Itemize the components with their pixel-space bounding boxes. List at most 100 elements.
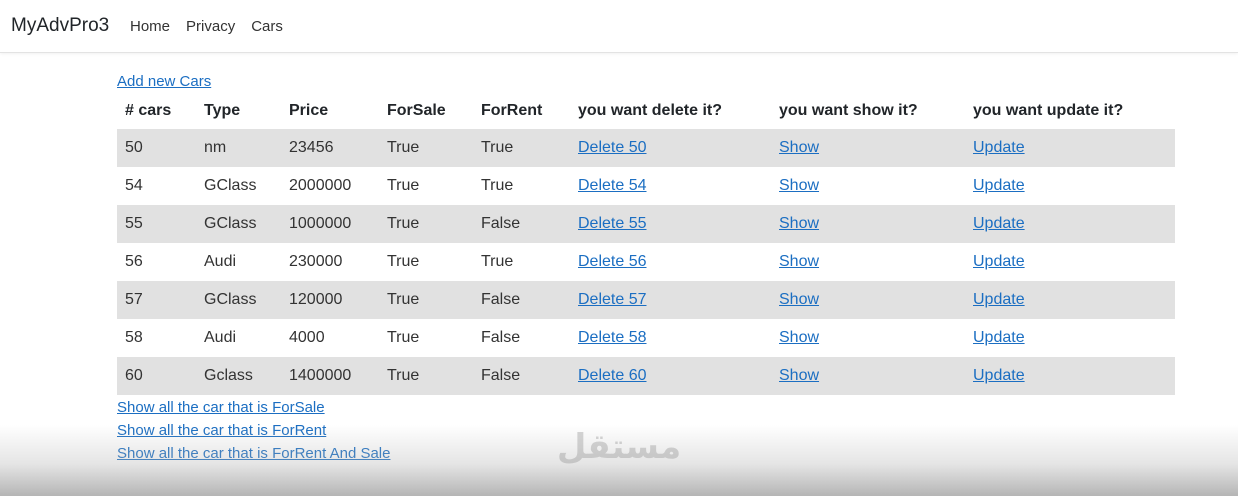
cell-delete: Delete 55 bbox=[570, 205, 771, 243]
cell-show: Show bbox=[771, 357, 965, 395]
header-forrent: ForRent bbox=[481, 101, 543, 119]
cell-forsale: True bbox=[387, 177, 420, 194]
update-link[interactable]: Update bbox=[973, 253, 1025, 270]
delete-link[interactable]: Delete 60 bbox=[578, 367, 647, 384]
show-link[interactable]: Show bbox=[779, 177, 819, 194]
delete-link[interactable]: Delete 50 bbox=[578, 139, 647, 156]
nav-link-privacy[interactable]: Privacy bbox=[186, 18, 235, 35]
cell-type: Gclass bbox=[196, 357, 281, 395]
brand-link[interactable]: MyAdvPro3 bbox=[11, 15, 109, 37]
cell-price: 4000 bbox=[289, 329, 325, 346]
add-new-cars-link[interactable]: Add new Cars bbox=[117, 72, 1175, 92]
cell-show: Show bbox=[771, 167, 965, 205]
cell-forrent: True bbox=[481, 253, 514, 270]
cell-forrent: True bbox=[473, 129, 570, 167]
header-forsale: ForSale bbox=[387, 101, 446, 119]
cell-update: Update bbox=[965, 243, 1175, 281]
update-link[interactable]: Update bbox=[973, 291, 1025, 308]
update-link[interactable]: Update bbox=[973, 367, 1025, 384]
show-link[interactable]: Show bbox=[779, 215, 819, 232]
cell-delete: Delete 56 bbox=[570, 243, 771, 281]
delete-link[interactable]: Delete 55 bbox=[578, 215, 647, 232]
cell-delete: Delete 58 bbox=[570, 319, 771, 357]
cell-show: Show bbox=[771, 319, 965, 357]
table-row: 55 GClass 1000000 True False Delete 55 S… bbox=[117, 205, 1175, 243]
delete-link[interactable]: Delete 54 bbox=[578, 177, 647, 194]
header-update: you want update it? bbox=[973, 101, 1124, 119]
cell-update: Update bbox=[965, 357, 1175, 395]
table-row: 58 Audi 4000 True False Delete 58 Show U… bbox=[117, 319, 1175, 357]
cell-forsale: True bbox=[379, 281, 473, 319]
delete-link[interactable]: Delete 58 bbox=[578, 329, 647, 346]
cell-update: Update bbox=[965, 167, 1175, 205]
cell-delete: Delete 60 bbox=[570, 357, 771, 395]
cell-id: 60 bbox=[117, 357, 196, 395]
show-link[interactable]: Show bbox=[779, 329, 819, 346]
cell-type: GClass bbox=[196, 281, 281, 319]
update-link[interactable]: Update bbox=[973, 139, 1025, 156]
cell-forrent: True bbox=[481, 177, 514, 194]
show-link[interactable]: Show bbox=[779, 367, 819, 384]
show-forrent-link[interactable]: Show all the car that is ForRent bbox=[117, 421, 1175, 444]
cell-update: Update bbox=[965, 205, 1175, 243]
header-show: you want show it? bbox=[779, 101, 918, 119]
cell-id: 54 bbox=[125, 177, 143, 194]
cell-forrent: False bbox=[473, 357, 570, 395]
header-price: Price bbox=[289, 101, 329, 119]
cell-id: 55 bbox=[117, 205, 196, 243]
header-type: Type bbox=[204, 101, 241, 119]
cars-table: # cars Type Price ForSale ForRent you wa… bbox=[117, 92, 1175, 395]
cell-forsale: True bbox=[379, 205, 473, 243]
cell-forrent: False bbox=[481, 329, 521, 346]
cell-type: Audi bbox=[204, 329, 237, 346]
show-link[interactable]: Show bbox=[779, 139, 819, 156]
cell-id: 58 bbox=[125, 329, 143, 346]
cell-price: 230000 bbox=[289, 253, 343, 270]
cell-price: 1400000 bbox=[281, 357, 379, 395]
cell-type: nm bbox=[196, 129, 281, 167]
nav-link-home[interactable]: Home bbox=[130, 18, 170, 35]
table-row: 50 nm 23456 True True Delete 50 Show Upd… bbox=[117, 129, 1175, 167]
cell-forsale: True bbox=[379, 129, 473, 167]
cell-forrent: False bbox=[473, 205, 570, 243]
show-forsale-link[interactable]: Show all the car that is ForSale bbox=[117, 398, 1175, 421]
cell-show: Show bbox=[771, 243, 965, 281]
cell-price: 1000000 bbox=[281, 205, 379, 243]
header-cars: # cars bbox=[125, 101, 172, 119]
table-row: 60 Gclass 1400000 True False Delete 60 S… bbox=[117, 357, 1175, 395]
table-header-row: # cars Type Price ForSale ForRent you wa… bbox=[117, 92, 1175, 129]
cell-show: Show bbox=[771, 205, 965, 243]
update-link[interactable]: Update bbox=[973, 215, 1025, 232]
cell-type: Audi bbox=[204, 253, 237, 270]
cell-update: Update bbox=[965, 129, 1175, 167]
main-content: Add new Cars # cars Type Price ForSale F… bbox=[117, 72, 1175, 467]
navbar: MyAdvPro3 Home Privacy Cars bbox=[0, 0, 1238, 53]
nav-links: Home Privacy Cars bbox=[130, 18, 283, 35]
cell-update: Update bbox=[965, 281, 1175, 319]
delete-link[interactable]: Delete 56 bbox=[578, 253, 647, 270]
cell-show: Show bbox=[771, 281, 965, 319]
cell-forrent: False bbox=[473, 281, 570, 319]
cell-forsale: True bbox=[379, 357, 473, 395]
show-link[interactable]: Show bbox=[779, 253, 819, 270]
cell-forsale: True bbox=[387, 329, 420, 346]
cell-id: 56 bbox=[125, 253, 143, 270]
update-link[interactable]: Update bbox=[973, 329, 1025, 346]
cell-delete: Delete 54 bbox=[570, 167, 771, 205]
table-row: 56 Audi 230000 True True Delete 56 Show … bbox=[117, 243, 1175, 281]
update-link[interactable]: Update bbox=[973, 177, 1025, 194]
show-link[interactable]: Show bbox=[779, 291, 819, 308]
cell-price: 2000000 bbox=[289, 177, 352, 194]
filter-links: Show all the car that is ForSale Show al… bbox=[117, 398, 1175, 467]
cell-update: Update bbox=[965, 319, 1175, 357]
header-delete: you want delete it? bbox=[578, 101, 723, 119]
cell-price: 120000 bbox=[281, 281, 379, 319]
cell-id: 50 bbox=[117, 129, 196, 167]
cell-show: Show bbox=[771, 129, 965, 167]
nav-link-cars[interactable]: Cars bbox=[251, 18, 283, 35]
show-forrent-and-sale-link[interactable]: Show all the car that is ForRent And Sal… bbox=[117, 444, 1175, 467]
cell-type: GClass bbox=[196, 205, 281, 243]
cell-price: 23456 bbox=[281, 129, 379, 167]
table-row: 54 GClass 2000000 True True Delete 54 Sh… bbox=[117, 167, 1175, 205]
delete-link[interactable]: Delete 57 bbox=[578, 291, 647, 308]
